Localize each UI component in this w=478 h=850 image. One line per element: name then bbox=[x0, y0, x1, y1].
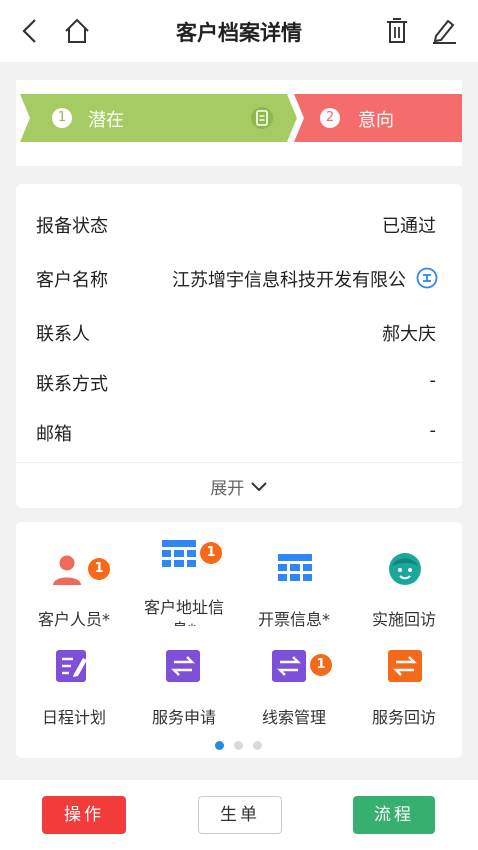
status-label: 报备状态 bbox=[36, 216, 108, 237]
info-row-email: 邮箱 - bbox=[16, 417, 462, 447]
edit-list-icon bbox=[56, 650, 90, 682]
info-row-status: 报备状态 已通过 bbox=[16, 209, 462, 239]
phone-label: 联系方式 bbox=[36, 374, 108, 395]
exchange-icon bbox=[272, 650, 306, 682]
edit-pencil-icon[interactable] bbox=[430, 17, 458, 45]
page-dot-active[interactable] bbox=[215, 741, 224, 750]
grid-item-label: 日程计划 bbox=[41, 708, 106, 727]
trash-icon[interactable] bbox=[385, 17, 409, 45]
contact-label: 联系人 bbox=[36, 324, 90, 345]
grid-item-label: 服务申请 bbox=[151, 708, 216, 727]
grid-item-label: 服务回访 bbox=[371, 708, 436, 727]
count-badge: 1 bbox=[200, 542, 222, 564]
grid-item-label: 线索管理 bbox=[261, 708, 326, 727]
status-value: 已通过 bbox=[382, 216, 436, 237]
email-value: - bbox=[429, 420, 437, 441]
face-icon bbox=[388, 552, 422, 586]
count-badge: 1 bbox=[310, 654, 332, 676]
expand-button[interactable]: 展开 bbox=[16, 474, 462, 499]
email-label: 邮箱 bbox=[36, 424, 72, 445]
customer-name-label: 客户名称 bbox=[36, 270, 108, 291]
operate-button[interactable]: 操作 bbox=[42, 796, 126, 834]
grid-item-label-line2: 息* bbox=[126, 616, 242, 626]
info-row-customer-name: 客户名称 江苏增宇信息科技开发有限公 bbox=[16, 263, 462, 293]
stage-2-number: 2 bbox=[320, 108, 340, 128]
grid-item-label: 实施回访 bbox=[371, 610, 436, 629]
grid-item-label: 客户人员* bbox=[37, 610, 110, 629]
exchange-icon bbox=[166, 650, 200, 682]
grid-item-label: 开票信息* bbox=[257, 610, 330, 629]
divider bbox=[16, 462, 462, 463]
count-badge: 1 bbox=[88, 558, 110, 580]
stage-1-number: 1 bbox=[52, 108, 72, 128]
chevron-down-icon bbox=[250, 481, 268, 493]
contact-value: 郝大庆 bbox=[382, 324, 436, 345]
info-row-phone: 联系方式 - bbox=[16, 367, 462, 397]
generate-order-button[interactable]: 生单 bbox=[198, 796, 282, 834]
grid-table-icon bbox=[278, 554, 312, 584]
stage-2-label[interactable]: 意向 bbox=[358, 106, 394, 132]
document-icon[interactable] bbox=[250, 106, 274, 130]
grid-item-label-line1: 客户地址信 bbox=[143, 598, 224, 617]
bottom-action-bar: 操作 生单 流程 bbox=[0, 780, 478, 850]
page-dot[interactable] bbox=[234, 741, 243, 750]
expand-label: 展开 bbox=[210, 479, 245, 499]
stage-1-label[interactable]: 潜在 bbox=[88, 106, 124, 132]
phone-value: - bbox=[429, 370, 437, 391]
customer-info-card: 报备状态 已通过 客户名称 江苏增宇信息科技开发有限公 联系人 郝大庆 联系方式… bbox=[16, 184, 462, 508]
customer-name-value: 江苏增宇信息科技开发有限公 bbox=[172, 270, 406, 291]
page-dot[interactable] bbox=[253, 741, 262, 750]
top-bar: 客户档案详情 bbox=[0, 0, 478, 62]
verified-shield-icon[interactable] bbox=[416, 267, 438, 289]
process-button[interactable]: 流程 bbox=[353, 796, 435, 834]
person-icon bbox=[52, 554, 82, 586]
stage-progress-bar: 1 潜在 2 意向 bbox=[16, 80, 462, 166]
info-row-contact: 联系人 郝大庆 bbox=[16, 317, 462, 347]
grid-table-icon bbox=[162, 540, 196, 570]
exchange-icon bbox=[388, 650, 422, 682]
